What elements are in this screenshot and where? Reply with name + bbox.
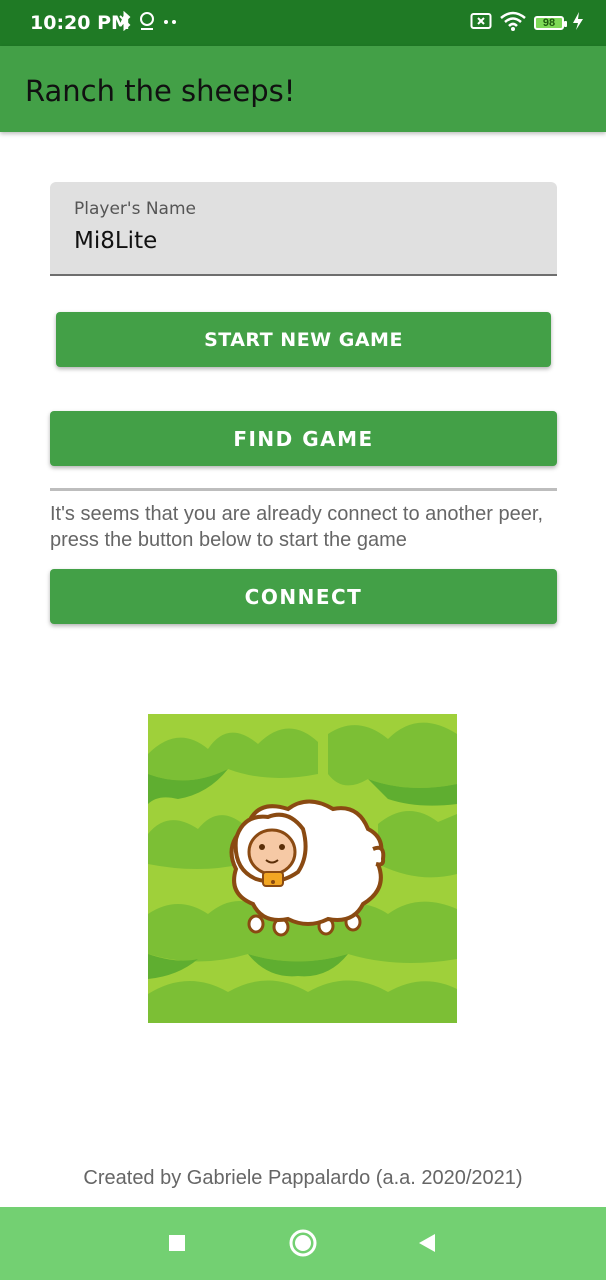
nav-bar bbox=[0, 1207, 606, 1280]
status-bar: 10:20 PM 98 bbox=[0, 0, 606, 46]
connection-info-text: It's seems that you are already connect … bbox=[50, 503, 543, 551]
start-new-game-button[interactable]: START NEW GAME bbox=[56, 312, 551, 367]
back-triangle-icon[interactable] bbox=[409, 1225, 445, 1261]
battery-icon: 98 bbox=[534, 16, 567, 30]
charging-icon bbox=[572, 11, 584, 36]
status-left-icons bbox=[118, 10, 178, 36]
status-time: 10:20 PM bbox=[30, 12, 130, 34]
status-right-icons: 98 bbox=[470, 11, 584, 36]
recents-square-icon[interactable] bbox=[159, 1225, 195, 1261]
location-icon bbox=[138, 11, 156, 36]
connect-button[interactable]: CONNECT bbox=[50, 569, 557, 624]
more-dots-icon bbox=[162, 11, 178, 36]
app-bar: Ranch the sheeps! bbox=[0, 46, 606, 132]
sheep-illustration bbox=[148, 714, 457, 1023]
player-name-field[interactable]: Player's Name bbox=[50, 182, 557, 276]
player-name-input[interactable] bbox=[74, 228, 514, 254]
bluetooth-icon bbox=[118, 10, 132, 36]
home-circle-icon[interactable] bbox=[285, 1225, 321, 1261]
wifi-icon bbox=[500, 11, 526, 36]
app-title: Ranch the sheeps! bbox=[25, 74, 296, 108]
divider bbox=[50, 488, 557, 491]
find-game-button[interactable]: FIND GAME bbox=[50, 411, 557, 466]
credits-text: Created by Gabriele Pappalardo (a.a. 202… bbox=[83, 1167, 523, 1189]
player-name-label: Player's Name bbox=[74, 199, 196, 219]
sim-off-icon bbox=[470, 12, 492, 35]
